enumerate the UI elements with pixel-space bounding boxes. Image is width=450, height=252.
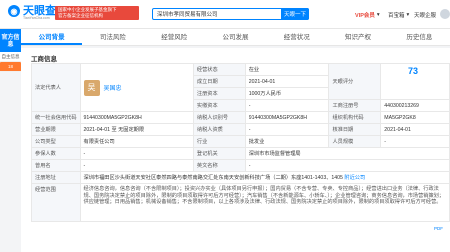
en-value: -: [244, 159, 450, 172]
brand-name: 天眼查: [23, 4, 56, 17]
business-info-card: 工商信息 法定代表人 吴 吴国忠 经营状态 在业 天眼评分 成立日期 2021-…: [21, 48, 450, 252]
legal-rep-name[interactable]: 吴国忠: [104, 83, 122, 92]
uscc-value: 91440300MA5GP2GK8H: [79, 111, 194, 124]
table-row: 经营范围 经济信息咨询，信息咨询（不含限制项目）；投资兴办实业（具体项目另行申报…: [31, 183, 450, 222]
table-row: 统一社会信用代码 91440300MA5GP2GK8H 纳税人识别号 91440…: [31, 111, 450, 124]
approve-value: 2021-04-01: [380, 123, 450, 136]
search-box: 天眼一下: [152, 8, 309, 20]
reg-date-label: 成立日期: [192, 75, 246, 88]
logo[interactable]: ◉ 天眼查 TianYanCha.com: [8, 4, 56, 20]
rating-display: 73: [408, 66, 418, 76]
search-button[interactable]: 天眼一下: [281, 8, 309, 20]
org-code-label: 组织机构代码: [328, 111, 382, 124]
legal-rep-avatar: 吴: [83, 79, 100, 96]
business-info-table: 法定代表人 吴 吴国忠 经营状态 在业 天眼评分 成立日期 2021-04-01…: [31, 63, 450, 222]
search-input[interactable]: [153, 9, 281, 19]
slogan-banner: 国家中小企业发展子基金旗下 官方备案企业征信机构: [55, 6, 139, 20]
slogan-line2: 官方备案企业征信机构: [58, 13, 103, 18]
status-label: 经营状态: [192, 63, 246, 76]
tab-ip[interactable]: 知识产权: [327, 29, 388, 45]
reg-capital-value: 1000万人民币: [244, 87, 330, 100]
table-row: 法定代表人 吴 吴国忠 经营状态 在业 天眼评分: [31, 63, 450, 112]
legal-rep-cell: 吴 吴国忠: [79, 63, 194, 112]
status-value: 在业: [244, 63, 330, 76]
taxpayer-label: 纳税人识别号: [192, 111, 246, 124]
tab-judicial-risk[interactable]: 司法风险: [82, 29, 143, 45]
former-value: -: [79, 159, 194, 172]
reg-no-label: 工商注册号: [328, 99, 382, 112]
brand-sub: TianYanCha.com: [23, 16, 50, 20]
rating-label: 天眼评分: [328, 63, 382, 100]
address-cell: 深圳市福田区沙头街道天安社区泰然四路与泰然南路交汇处东南天安创新科技广场（二期）…: [79, 171, 450, 184]
scope-value: 经济信息咨询，信息咨询（不含限制项目）；投资兴办实业（具体项目另行申报）；国内贸…: [79, 183, 450, 222]
eye-logo-icon: ◉: [8, 5, 20, 17]
tab-operation-risk[interactable]: 经营风险: [144, 29, 205, 45]
industry-value: 批发业: [244, 135, 330, 148]
legal-rep-label: 法定代表人: [31, 63, 81, 112]
term-value: 2021-04-01 至 无固定期限: [79, 123, 194, 136]
top-bar: ◉ 天眼查 TianYanCha.com 国家中小企业发展子基金旗下 官方备案企…: [0, 0, 450, 29]
sidebar-item-self[interactable]: 自主信息: [0, 52, 21, 62]
taxpayer-value: 91440300MA5GP2GK8H: [244, 111, 330, 124]
table-row: 注册地址 深圳市福田区沙头街道天安社区泰然四路与泰然南路交汇处东南天安创新科技广…: [31, 171, 450, 184]
uscc-label: 统一社会信用代码: [31, 111, 81, 124]
insured-label: 参保人数: [31, 147, 81, 160]
enterprise-service-link[interactable]: 天眼企服: [414, 11, 436, 19]
table-row: 公司类型 有限责任公司 行业 批发业 人员规模 -: [31, 135, 450, 148]
tab-history[interactable]: 历史信息: [389, 29, 450, 45]
paid-capital-label: 实缴资本: [192, 99, 246, 112]
tab-bar: 公司背景 司法风险 经营风险 公司发展 经营状况 知识产权 历史信息: [21, 29, 450, 46]
nearby-companies-link[interactable]: 附近公司: [344, 175, 365, 181]
sidebar-list: 自主信息 18: [0, 52, 21, 72]
address-value: 深圳市福田区沙头街道天安社区泰然四路与泰然南路交汇处东南天安创新科技广场（二期）…: [83, 175, 343, 181]
user-avatar[interactable]: [440, 9, 450, 19]
tab-company-background[interactable]: 公司背景: [21, 29, 83, 45]
reg-no-value: 440300213269: [380, 99, 450, 112]
table-row: 参保人数 - 登记机关 深圳市市场监督管理局: [31, 147, 450, 160]
type-value: 有限责任公司: [79, 135, 194, 148]
staff-value: -: [380, 135, 450, 148]
sidebar-count-badge: 18: [0, 62, 21, 72]
qual-label: 纳税人资质: [192, 123, 246, 136]
section-title: 工商信息: [31, 56, 57, 63]
qual-value: -: [244, 123, 330, 136]
table-row: 营业期限 2021-04-01 至 无固定期限 纳税人资质 - 核准日期 202…: [31, 123, 450, 136]
paid-capital-value: -: [244, 99, 330, 112]
staff-label: 人员规模: [328, 135, 382, 148]
type-label: 公司类型: [31, 135, 81, 148]
table-row: 曾用名 - 英文名称 -: [31, 159, 450, 172]
vip-link[interactable]: VIP会员 ▾: [355, 11, 380, 19]
approve-label: 核准日期: [328, 123, 382, 136]
former-label: 曾用名: [31, 159, 81, 172]
insured-value: -: [79, 147, 194, 160]
toolbox-link[interactable]: 百宝箱 ▾: [388, 11, 409, 19]
pdf-link[interactable]: PDF: [434, 226, 443, 231]
chevron-down-icon: ▾: [376, 12, 380, 18]
reg-date-value: 2021-04-01: [244, 75, 330, 88]
tab-operation-status[interactable]: 经营状况: [266, 29, 327, 45]
scope-label: 经营范围: [31, 183, 81, 222]
authority-value: 深圳市市场监督管理局: [244, 147, 450, 160]
reg-capital-label: 注册资本: [192, 87, 246, 100]
rating-value: 73: [408, 66, 419, 76]
address-label: 注册地址: [31, 171, 81, 184]
term-label: 营业期限: [31, 123, 81, 136]
en-label: 英文名称: [192, 159, 246, 172]
chevron-down-icon: ▾: [406, 12, 410, 18]
tab-company-development[interactable]: 公司发展: [205, 29, 266, 45]
org-code-value: MA5GP2GK8: [380, 111, 450, 124]
authority-label: 登记机关: [192, 147, 246, 160]
industry-label: 行业: [192, 135, 246, 148]
